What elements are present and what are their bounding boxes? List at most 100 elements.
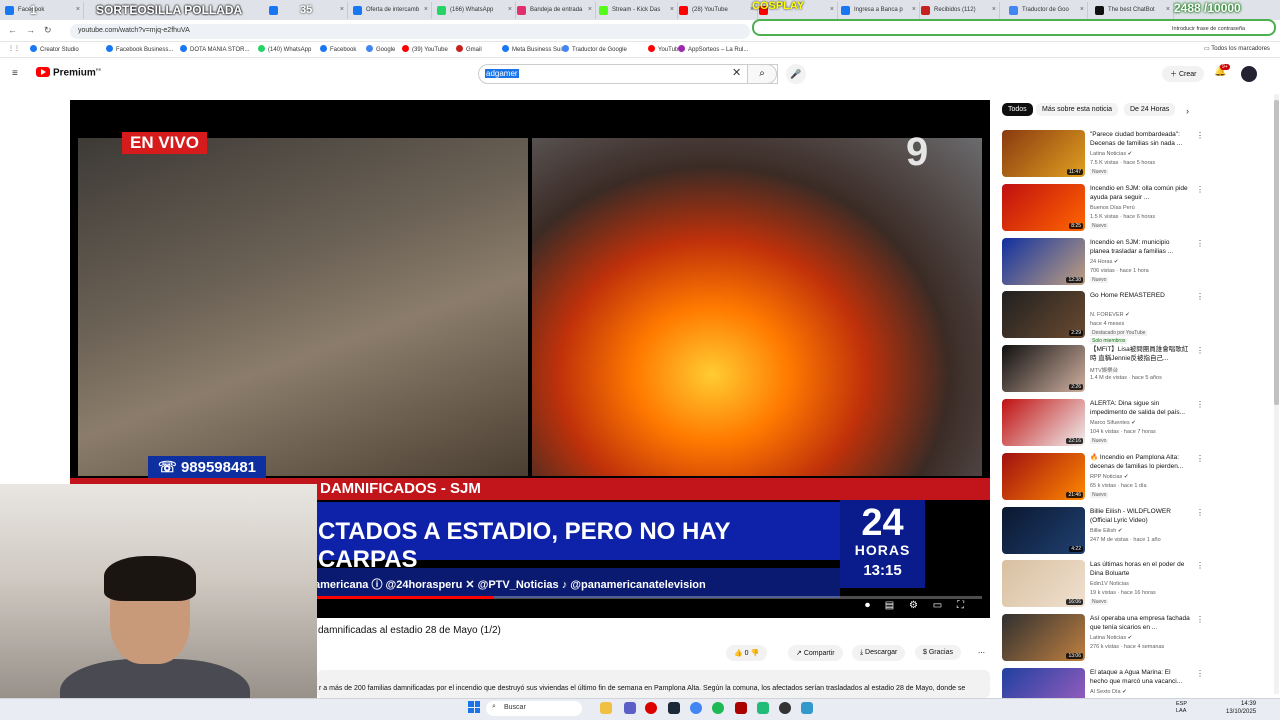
filter-chip[interactable]: Más sobre esta noticia — [1036, 103, 1119, 116]
like-button[interactable]: 👍 0 👎 — [726, 645, 768, 661]
bookmark-item[interactable]: Creator Studio — [30, 45, 79, 53]
more-options-icon[interactable]: ⋮ — [1196, 185, 1204, 194]
tab[interactable]: The best ChatBot × — [1090, 2, 1174, 19]
tab[interactable]: Facebook × — [0, 2, 84, 19]
more-options-icon[interactable]: ⋮ — [1196, 239, 1204, 248]
related-video-item[interactable]: 22:16 ALERTA: Dina sigue sin impedimento … — [1002, 399, 1272, 449]
password-prompt[interactable]: Introducir frase de contraseña — [1172, 26, 1245, 32]
fullscreen-icon[interactable]: ⛶ — [957, 600, 964, 611]
close-tab-icon[interactable]: × — [76, 6, 80, 13]
scrollbar-thumb[interactable] — [1274, 100, 1279, 405]
subtitles-icon[interactable]: ▤ — [885, 600, 894, 611]
create-button[interactable]: ＋ Crear — [1162, 66, 1205, 82]
thumbs-down-icon[interactable]: 👎 — [751, 650, 760, 657]
bookmark-item[interactable]: DOTA MANIA STOR... — [180, 45, 249, 53]
video-thumbnail[interactable]: 12:38 — [1002, 237, 1085, 285]
opera-icon[interactable] — [645, 702, 657, 714]
apps-icon[interactable]: ⋮⋮ — [8, 45, 20, 52]
bookmark-item[interactable]: Gmail — [456, 45, 482, 53]
video-thumbnail[interactable]: 2:29 — [1002, 291, 1085, 339]
video-thumbnail[interactable]: 13:06 — [1002, 614, 1085, 662]
bookmark-item[interactable]: Google — [366, 45, 395, 53]
bookmark-item[interactable]: (140) WhatsApp — [258, 45, 311, 53]
video-thumbnail[interactable]: 8:25 — [1002, 183, 1085, 231]
obs-icon[interactable] — [779, 702, 791, 714]
video-thumbnail[interactable]: 21:46 — [1002, 452, 1085, 500]
filter-chip[interactable]: De 24 Horas — [1124, 103, 1176, 116]
url-field[interactable]: youtube.com/watch?v=mjq-e2fhuVA — [70, 24, 750, 39]
tab[interactable]: Recibidos (112) × — [916, 2, 1000, 19]
related-video-item[interactable]: 4:22 Billie Eilish - WILDFLOWER (Official… — [1002, 506, 1272, 557]
avatar[interactable] — [1241, 66, 1257, 82]
bookmark-item[interactable]: Facebook — [320, 45, 356, 53]
bookmark-item[interactable]: (39) YouTube — [402, 45, 448, 53]
more-options-icon[interactable]: ⋮ — [1196, 292, 1204, 301]
app-icon[interactable] — [735, 702, 747, 714]
close-tab-icon[interactable]: × — [992, 6, 996, 13]
download-button[interactable]: ⤓ Descargar — [852, 645, 906, 661]
related-video-item[interactable]: 12:38 Incendio en SJM: municipio planea t… — [1002, 237, 1272, 288]
forward-icon[interactable]: → — [26, 25, 35, 35]
system-clock[interactable]: 14:39 13/10/2025 — [1226, 700, 1256, 716]
related-video-item[interactable]: 2:26 【MFiT】Lisa被問團員誰會唱歌紅時 直稱Jennie反被指自己..… — [1002, 345, 1272, 395]
related-video-item[interactable]: 2:29 Go Home REMASTERED N. FOREVER ✔ hace 4… — [1002, 291, 1272, 345]
chevron-right-icon[interactable]: › — [1186, 106, 1189, 116]
reload-icon[interactable]: ↻ — [44, 25, 52, 36]
bookmark-item[interactable]: Meta Business Suite — [502, 45, 567, 53]
bookmark-item[interactable]: YouTube — [648, 45, 682, 53]
tab[interactable]: (28) YouTube × — [674, 2, 758, 19]
close-tab-icon[interactable]: × — [1166, 6, 1170, 13]
voice-search-icon[interactable]: 🎤 — [786, 64, 806, 84]
youtube-logo[interactable]: PremiumPE — [36, 67, 101, 78]
tab[interactable]: Stream - Kick Das × — [594, 2, 678, 19]
share-button[interactable]: ↗ Compartir — [788, 645, 843, 661]
video-thumbnail[interactable]: 16:06 — [1002, 560, 1085, 608]
related-video-item[interactable]: 11:47 "Parece ciudad bombardeada": Decena… — [1002, 130, 1272, 180]
video-thumbnail[interactable]: 4:22 — [1002, 506, 1085, 554]
close-tab-icon[interactable]: × — [424, 6, 428, 13]
teams-icon[interactable] — [624, 702, 636, 714]
close-tab-icon[interactable]: × — [830, 6, 834, 13]
more-options-icon[interactable]: ⋮ — [1196, 454, 1204, 463]
more-options-icon[interactable]: ⋮ — [1196, 346, 1204, 355]
more-options-icon[interactable]: ⋮ — [1196, 508, 1204, 517]
app-icon-2[interactable] — [757, 702, 769, 714]
more-options-icon[interactable]: ⋮ — [1196, 615, 1204, 624]
taskbar-search[interactable]: ⌕ Buscar — [486, 701, 582, 716]
back-icon[interactable]: ← — [8, 25, 17, 35]
tab[interactable]: (166) WhatsApp × — [432, 2, 516, 19]
clear-search-icon[interactable]: ✕ — [732, 66, 741, 79]
filter-chip[interactable]: Todos — [1002, 103, 1033, 116]
search-button[interactable]: ⌕ — [747, 64, 777, 84]
video-description[interactable]: r a más de 200 familias damnificadas por… — [317, 670, 990, 698]
video-thumbnail[interactable]: 11:47 — [1002, 130, 1085, 177]
bookmark-item[interactable]: AppSorteos – La Rul... — [678, 45, 748, 53]
more-options-icon[interactable]: ⋮ — [1196, 131, 1204, 140]
close-tab-icon[interactable]: × — [340, 6, 344, 13]
bookmark-item[interactable]: Facebook Business... — [106, 45, 173, 53]
autoplay-toggle-icon[interactable]: ⏺ — [865, 600, 870, 611]
related-video-item[interactable]: 13:06 Así operaba una empresa fachada que… — [1002, 614, 1272, 664]
steam-icon[interactable] — [668, 702, 680, 714]
close-tab-icon[interactable]: × — [1080, 6, 1084, 13]
tab[interactable]: Ingresa a Banca p × — [836, 2, 920, 19]
chrome-icon[interactable] — [690, 702, 702, 714]
windows-start-icon[interactable] — [468, 701, 480, 713]
menu-icon[interactable]: ≡ — [12, 68, 18, 79]
tab[interactable]: Bandeja de entrada × — [512, 2, 596, 19]
more-options-icon[interactable]: ⋮ — [1196, 400, 1204, 409]
file-explorer-icon[interactable] — [600, 702, 612, 714]
thanks-button[interactable]: $ Gracias — [915, 645, 961, 660]
more-options-icon[interactable]: ⋮ — [1196, 669, 1204, 678]
spotify-icon[interactable] — [712, 702, 724, 714]
related-video-item[interactable]: 16:06 Las últimas horas en el poder de Di… — [1002, 560, 1272, 610]
related-video-item[interactable]: 21:46 🔥 Incendio en Pamplona Alta: decena… — [1002, 452, 1272, 503]
theater-mode-icon[interactable]: ▭ — [933, 600, 942, 611]
app-icon-3[interactable] — [801, 702, 813, 714]
tab[interactable]: Oferta de intercamb × — [348, 2, 432, 19]
related-video-item[interactable]: 8:25 Incendio en SJM: olla común pide ayu… — [1002, 183, 1272, 234]
input-language[interactable]: ESP LAA — [1176, 701, 1187, 715]
search-query[interactable]: adgamer — [485, 69, 519, 78]
more-options-icon[interactable]: ⋮ — [1196, 561, 1204, 570]
video-thumbnail[interactable]: 22:16 — [1002, 399, 1085, 446]
